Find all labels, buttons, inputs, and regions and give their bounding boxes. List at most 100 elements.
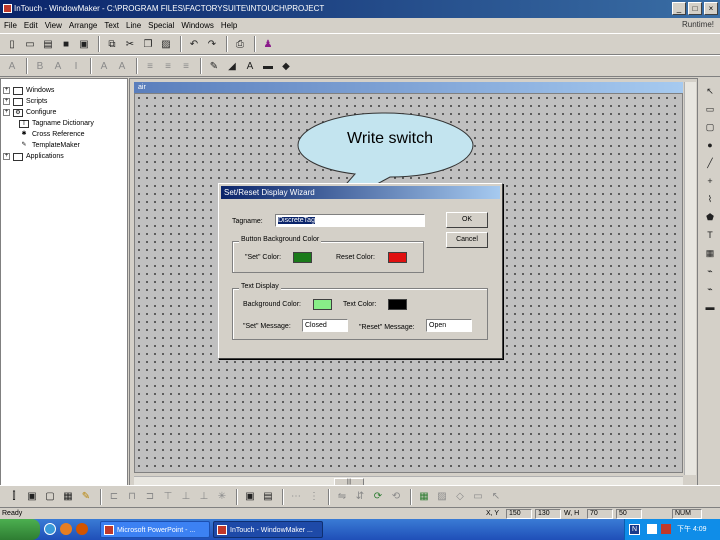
make-symbol-icon[interactable]: ▦ <box>60 489 76 505</box>
ie-quicklaunch-icon[interactable] <box>44 523 56 535</box>
document-window-title[interactable]: air <box>134 82 683 93</box>
pencil-icon[interactable]: ✎ <box>78 489 94 505</box>
menu-edit[interactable]: Edit <box>24 21 38 30</box>
align-centers-icon[interactable]: ✳ <box>214 489 230 505</box>
menu-file[interactable]: File <box>4 21 17 30</box>
new-icon[interactable]: ▯ <box>4 36 20 52</box>
toolbar-image-icon[interactable]: ▨ <box>434 489 450 505</box>
tree-item-tagname-dictionary[interactable]: T Tagname Dictionary <box>1 118 127 129</box>
historical-trend-icon[interactable]: ⌁ <box>703 282 717 296</box>
bring-to-front-icon[interactable]: ▣ <box>242 489 258 505</box>
ungroup-icon[interactable]: ▢ <box>42 489 58 505</box>
tree-item-applications[interactable]: + Applications <box>1 151 127 162</box>
media-quicklaunch-icon[interactable] <box>60 523 72 535</box>
menu-view[interactable]: View <box>45 21 62 30</box>
text-tool-icon[interactable]: T <box>703 228 717 242</box>
app-quicklaunch-icon[interactable] <box>76 523 88 535</box>
vertical-scrollbar[interactable] <box>684 82 696 475</box>
expand-icon[interactable]: + <box>3 109 10 116</box>
window-title-bar[interactable]: InTouch - WindowMaker - C:\PROGRAM FILES… <box>0 0 720 18</box>
rounded-rect-tool-icon[interactable]: ▢ <box>703 120 717 134</box>
reset-color-swatch[interactable] <box>388 252 407 263</box>
tree-item-cross-reference[interactable]: ✱ Cross Reference <box>1 129 127 140</box>
ellipse-tool-icon[interactable]: ● <box>703 138 717 152</box>
toolbar-shape-icon[interactable]: ◇ <box>452 489 468 505</box>
text-color-swatch[interactable] <box>388 299 407 310</box>
italic-icon[interactable]: I <box>68 58 84 74</box>
expand-icon[interactable]: + <box>3 98 10 105</box>
toolbar-grid-icon[interactable]: ▦ <box>416 489 432 505</box>
tree-item-windows[interactable]: + Windows <box>1 85 127 96</box>
reset-message-input[interactable]: Open <box>426 319 472 332</box>
flip-horizontal-icon[interactable]: ⇋ <box>334 489 350 505</box>
align-center-objects-icon[interactable]: ⊓ <box>124 489 140 505</box>
background-color-swatch[interactable] <box>313 299 332 310</box>
align-left-objects-icon[interactable]: ⊏ <box>106 489 122 505</box>
align-top-objects-icon[interactable]: ⊤ <box>160 489 176 505</box>
blink-icon[interactable]: ◆ <box>278 58 294 74</box>
expand-icon[interactable]: + <box>3 153 10 160</box>
tree-item-configure[interactable]: + ⚙ Configure <box>1 107 127 118</box>
ok-button[interactable]: OK <box>446 212 488 228</box>
save-all-icon[interactable]: ▣ <box>76 36 92 52</box>
maximize-button[interactable]: □ <box>688 2 702 15</box>
rotate-icon[interactable]: ⟳ <box>370 489 386 505</box>
close-button[interactable]: × <box>704 2 718 15</box>
wizard-icon[interactable]: ♟ <box>260 36 276 52</box>
menu-text[interactable]: Text <box>104 21 119 30</box>
font-icon[interactable]: A <box>50 58 66 74</box>
hv-line-tool-icon[interactable]: + <box>703 174 717 188</box>
align-right-objects-icon[interactable]: ⊐ <box>142 489 158 505</box>
menu-special[interactable]: Special <box>148 21 174 30</box>
align-bottom-objects-icon[interactable]: ⊥ <box>196 489 212 505</box>
open-folder-icon[interactable]: ▤ <box>40 36 56 52</box>
paste-icon[interactable]: ▨ <box>158 36 174 52</box>
copy-icon[interactable]: ❐ <box>140 36 156 52</box>
toolbar-cursor-icon[interactable]: ↖ <box>488 489 504 505</box>
runtime-link[interactable]: Runtime! <box>682 20 714 29</box>
expand-icon[interactable]: + <box>3 87 10 94</box>
bold-icon[interactable]: B <box>32 58 48 74</box>
menu-windows[interactable]: Windows <box>181 21 213 30</box>
realtime-trend-icon[interactable]: ⌁ <box>703 264 717 278</box>
send-to-back-icon[interactable]: ▤ <box>260 489 276 505</box>
start-button[interactable] <box>0 519 40 540</box>
text-style-icon[interactable]: A <box>4 58 20 74</box>
align-right-icon[interactable]: ≡ <box>178 58 194 74</box>
undo-icon[interactable]: ↶ <box>186 36 202 52</box>
cut-icon[interactable]: ✂ <box>122 36 138 52</box>
open-icon[interactable]: ▭ <box>22 36 38 52</box>
flip-vertical-icon[interactable]: ⇵ <box>352 489 368 505</box>
polygon-tool-icon[interactable]: ⬟ <box>703 210 717 224</box>
align-icon[interactable]: ⫿ <box>6 489 22 505</box>
toolbar-box-icon[interactable]: ▭ <box>470 489 486 505</box>
set-color-swatch[interactable] <box>293 252 312 263</box>
polyline-tool-icon[interactable]: ⌇ <box>703 192 717 206</box>
rotate-ccw-icon[interactable]: ⟲ <box>388 489 404 505</box>
tagname-input[interactable]: DiscreteTag <box>275 214 425 227</box>
duplicate-icon[interactable]: ⧉ <box>104 36 120 52</box>
menu-arrange[interactable]: Arrange <box>69 21 97 30</box>
tree-item-templatemaker[interactable]: ✎ TemplateMaker <box>1 140 127 151</box>
align-center-icon[interactable]: ≡ <box>160 58 176 74</box>
reduce-font-icon[interactable]: A <box>114 58 130 74</box>
bitmap-tool-icon[interactable]: ▦ <box>703 246 717 260</box>
language-indicator[interactable]: N <box>629 524 640 535</box>
button-tool-icon[interactable]: ▬ <box>703 300 717 314</box>
set-message-input[interactable]: Closed <box>302 319 348 332</box>
line-tool-icon[interactable]: ╱ <box>703 156 717 170</box>
text-color-icon[interactable]: A <box>242 58 258 74</box>
group-icon[interactable]: ▣ <box>24 489 40 505</box>
select-tool-icon[interactable]: ↖ <box>703 84 717 98</box>
fill-color-icon[interactable]: ◢ <box>224 58 240 74</box>
space-horizontal-icon[interactable]: ⋯ <box>288 489 304 505</box>
align-left-icon[interactable]: ≡ <box>142 58 158 74</box>
font-size-icon[interactable]: A <box>96 58 112 74</box>
align-middle-objects-icon[interactable]: ⊥ <box>178 489 194 505</box>
taskbar-button-powerpoint[interactable]: Microsoft PowerPoint - ... <box>100 521 210 538</box>
save-icon[interactable]: ■ <box>58 36 74 52</box>
redo-icon[interactable]: ↷ <box>204 36 220 52</box>
menu-help[interactable]: Help <box>221 21 237 30</box>
print-icon[interactable]: ⎙ <box>232 36 248 52</box>
space-vertical-icon[interactable]: ⋮ <box>306 489 322 505</box>
